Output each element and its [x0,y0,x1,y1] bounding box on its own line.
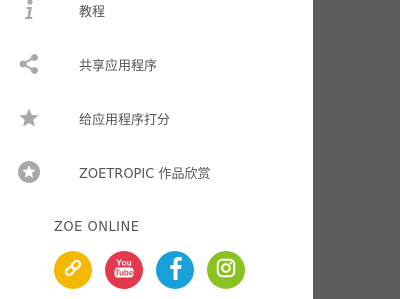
facebook-link-button[interactable] [156,251,194,289]
star-circle-icon [17,160,41,184]
info-icon [17,0,41,22]
link-icon [62,257,84,283]
star-icon [17,106,41,130]
menu-item-label: 教程 [79,4,106,20]
svg-text:Tube: Tube [115,269,134,278]
section-title-online: ZOE ONLINE [54,220,140,235]
menu-item-showcase[interactable]: ZOETROPIC 作品欣赏 [0,152,313,192]
drawer-scrim[interactable] [313,0,400,299]
menu-item-label: 给应用程序打分 [79,112,171,128]
instagram-icon [215,257,237,283]
youtube-icon: You Tube [110,254,138,286]
navigation-drawer: 教程 共享应用程序 给应用程序打分 ZOETROPIC 作品欣赏 ZOE ONL… [0,0,313,299]
svg-text:You: You [116,258,131,268]
facebook-icon [163,254,187,286]
website-link-button[interactable] [54,251,92,289]
youtube-link-button[interactable]: You Tube [105,251,143,289]
instagram-link-button[interactable] [207,251,245,289]
menu-item-label: 共享应用程序 [79,58,158,74]
menu-item-share[interactable]: 共享应用程序 [0,44,313,84]
menu-item-rate[interactable]: 给应用程序打分 [0,98,313,138]
menu-item-tutorial[interactable]: 教程 [0,0,313,30]
share-icon [17,52,41,76]
menu-item-label: ZOETROPIC 作品欣赏 [79,166,211,182]
